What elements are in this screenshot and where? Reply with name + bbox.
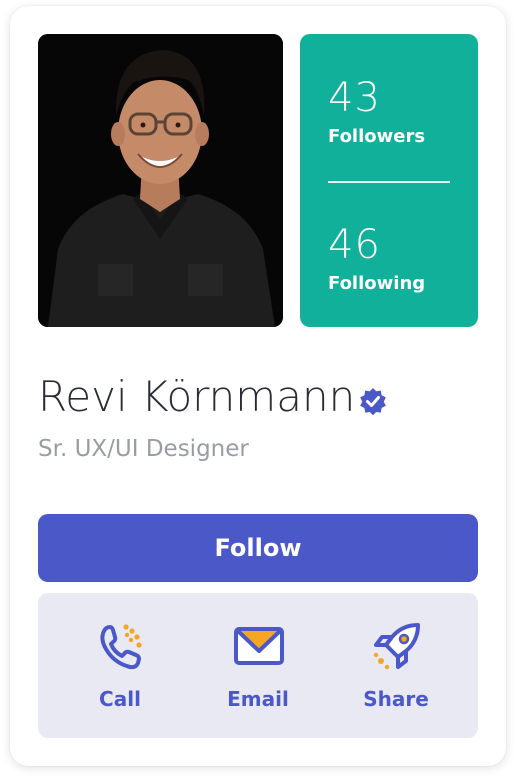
verified-badge-icon — [359, 380, 387, 422]
follow-button[interactable]: Follow — [38, 514, 478, 582]
call-action[interactable]: Call — [60, 593, 180, 738]
followers-count: 43 — [328, 75, 381, 121]
phone-icon — [96, 621, 146, 671]
profile-role: Sr. UX/UI Designer — [38, 436, 249, 462]
rocket-icon — [372, 621, 422, 671]
share-label: Share — [363, 687, 429, 711]
contact-actions: Call Email Share — [38, 593, 478, 738]
follow-button-label: Follow — [214, 534, 302, 562]
email-label: Email — [227, 687, 289, 711]
person-portrait — [38, 34, 283, 327]
following-label: Following — [328, 273, 426, 294]
following-count: 46 — [328, 222, 381, 268]
profile-card: 43 Followers 46 Following Revi Körnmann … — [10, 6, 506, 766]
stats-divider — [328, 181, 450, 183]
followers-label: Followers — [328, 126, 426, 147]
profile-name-row: Revi Körnmann — [38, 376, 387, 422]
profile-name: Revi Körnmann — [38, 372, 356, 421]
share-action[interactable]: Share — [336, 593, 456, 738]
email-action[interactable]: Email — [198, 593, 318, 738]
stats-panel: 43 Followers 46 Following — [300, 34, 478, 327]
envelope-icon — [234, 621, 284, 671]
profile-photo — [38, 34, 283, 327]
call-label: Call — [99, 687, 141, 711]
